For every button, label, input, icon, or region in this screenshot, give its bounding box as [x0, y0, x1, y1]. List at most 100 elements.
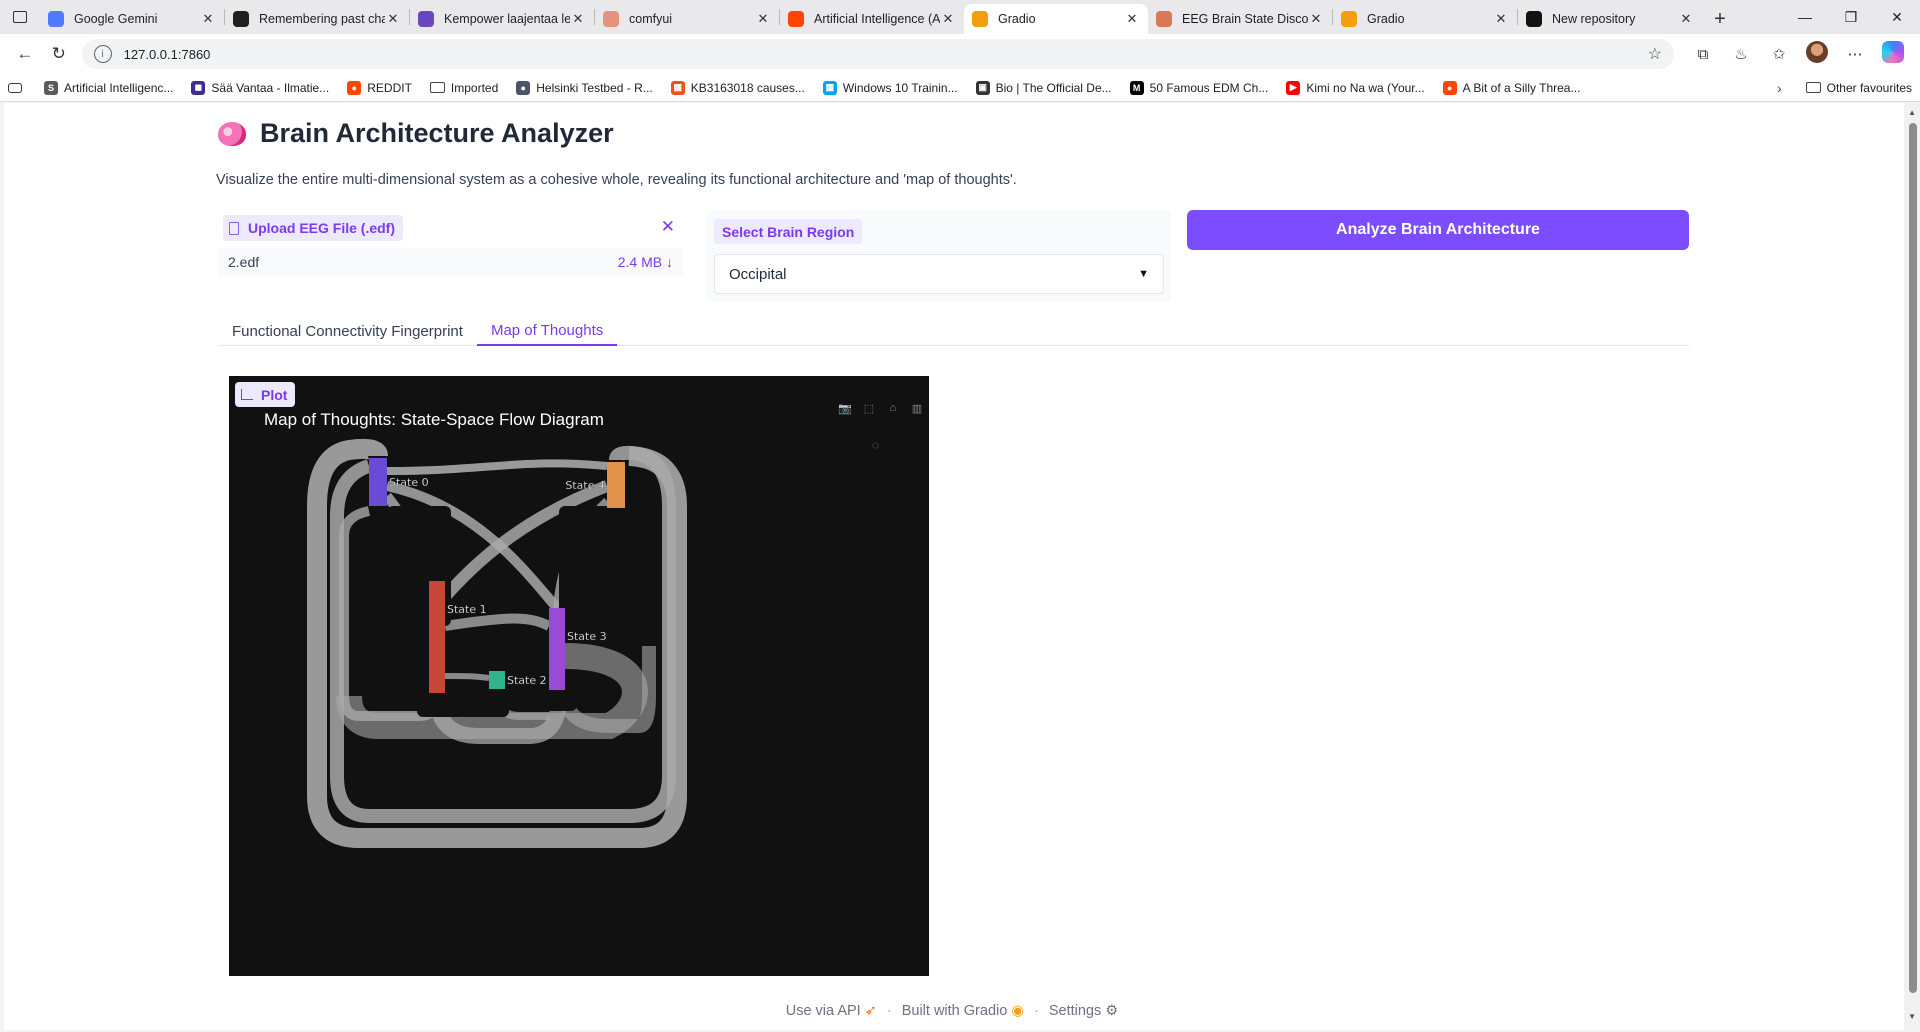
tab-label: Google Gemini	[74, 12, 158, 26]
sankey-node[interactable]	[369, 458, 387, 506]
browser-tab[interactable]: comfyui ✕	[595, 4, 779, 34]
chart-icon	[241, 389, 253, 400]
close-tab-icon[interactable]: ✕	[1493, 11, 1509, 27]
scroll-down-arrow-icon[interactable]: ▼	[1908, 1012, 1916, 1021]
bookmark-item[interactable]: M 50 Famous EDM Ch...	[1129, 80, 1268, 95]
sankey-node[interactable]	[607, 462, 625, 508]
plotly-logo-icon[interactable]: ▥	[909, 400, 925, 416]
profile-avatar[interactable]	[1798, 41, 1836, 67]
eeg-file-upload[interactable]: Upload EEG File (.edf) ✕ 2.edf 2.4 MB ↓	[218, 210, 683, 280]
bookmark-item[interactable]: ◼ Sää Vantaa - Ilmatie...	[191, 80, 329, 95]
bookmark-label: KB3163018 causes...	[690, 80, 805, 95]
more-menu-icon[interactable]: ⋯	[1836, 45, 1874, 63]
browser-tab[interactable]: New repository ✕	[1518, 4, 1702, 34]
sankey-link[interactable]	[386, 459, 608, 475]
page-footer: Use via API ➶ · Built with Gradio ◉ · Se…	[785, 1003, 1119, 1019]
tab-label: Remembering past cha	[259, 12, 385, 26]
tab-map-of-thoughts[interactable]: Map of Thoughts	[476, 316, 618, 346]
favorites-icon[interactable]: ✩	[1760, 45, 1798, 63]
bookmark-item[interactable]: ▦ KB3163018 causes...	[670, 80, 805, 95]
bookmark-label: Imported	[450, 80, 499, 95]
browser-tab[interactable]: Gradio ✕	[1333, 4, 1517, 34]
flow-gap	[559, 506, 623, 616]
camera-icon[interactable]: 📷	[837, 400, 853, 416]
site-info-icon[interactable]: i	[93, 45, 112, 63]
bookmark-item[interactable]: S Artificial Intelligenc...	[44, 80, 173, 95]
sankey-link[interactable]	[444, 613, 552, 631]
other-favourites-folder[interactable]: Other favourites	[1805, 81, 1912, 95]
scrollbar-thumb[interactable]	[1909, 123, 1917, 993]
region-select[interactable]: Occipital ▼	[714, 254, 1164, 294]
bookmark-item[interactable]: ● A Bit of a Silly Threa...	[1442, 80, 1580, 95]
close-tab-icon[interactable]: ✕	[200, 11, 216, 27]
close-tab-icon[interactable]: ✕	[755, 11, 771, 27]
clear-upload-icon[interactable]: ✕	[661, 217, 675, 237]
tab-label: Kempower laajentaa le	[444, 12, 570, 26]
brain-region-dropdown-block: Select Brain Region Occipital ▼	[706, 210, 1171, 302]
gradio-icon	[1341, 11, 1357, 27]
openai-icon	[233, 11, 249, 27]
file-download-link[interactable]: 2.4 MB ↓	[618, 254, 673, 270]
browser-tab[interactable]: Google Gemini ✕	[40, 4, 224, 34]
flow-gap	[529, 689, 577, 711]
analyze-button[interactable]: Analyze Brain Architecture	[1187, 210, 1689, 250]
browser-tab[interactable]: EEG Brain State Discove ✕	[1148, 4, 1332, 34]
upload-label: Upload EEG File (.edf)	[223, 215, 404, 241]
close-tab-icon[interactable]: ✕	[940, 11, 956, 27]
minimize-icon[interactable]: —	[1782, 9, 1828, 25]
built-with-gradio-link[interactable]: Built with Gradio ◉	[902, 1003, 1024, 1019]
close-tab-icon[interactable]: ✕	[1678, 11, 1694, 27]
bookmark-item[interactable]: ● Helsinki Testbed - R...	[516, 80, 653, 95]
tab-actions-button[interactable]	[0, 0, 40, 34]
comment-icon[interactable]: ◌	[872, 438, 879, 452]
back-button[interactable]: ←	[8, 38, 42, 70]
close-tab-icon[interactable]: ✕	[1124, 11, 1140, 27]
bookmark-item[interactable]: ▣ Bio | The Official De...	[975, 80, 1112, 95]
new-tab-button[interactable]: +	[1702, 4, 1738, 34]
bookmark-label: Bio | The Official De...	[995, 80, 1112, 95]
bookmark-item[interactable]: ▶ Kimi no Na wa (Your...	[1286, 80, 1425, 95]
sankey-link[interactable]	[444, 673, 490, 681]
tab-label: EEG Brain State Discove	[1182, 12, 1308, 26]
browser-tab[interactable]: Gradio ✕	[964, 4, 1148, 34]
browser-tab[interactable]: Kempower laajentaa le ✕	[410, 4, 594, 34]
browser-tab[interactable]: Artificial Intelligence (A ✕	[780, 4, 964, 34]
bookmark-item[interactable]: Imported	[429, 80, 499, 95]
reload-button[interactable]: ↻	[42, 38, 76, 70]
sankey-node-label: State 2	[507, 674, 547, 687]
bookmark-item[interactable]: ● REDDIT	[347, 80, 412, 95]
close-window-icon[interactable]: ✕	[1874, 9, 1920, 26]
bookmark-label: Kimi no Na wa (Your...	[1306, 80, 1425, 95]
restore-icon[interactable]: ❐	[1828, 9, 1874, 26]
home-icon[interactable]: ⌂	[885, 400, 901, 416]
url-field[interactable]: i 127.0.0.1:7860 ☆	[81, 39, 1674, 69]
sankey-node[interactable]	[429, 581, 445, 693]
browser-tab[interactable]: Remembering past cha ✕	[225, 4, 409, 34]
upload-label-text: Upload EEG File (.edf)	[248, 220, 396, 236]
scroll-up-arrow-icon[interactable]: ▲	[1908, 108, 1916, 117]
close-tab-icon[interactable]: ✕	[1308, 11, 1324, 27]
tab-label: Gradio	[998, 12, 1036, 26]
page-description: Visualize the entire multi-dimensional s…	[216, 172, 1017, 188]
bookmark-favicon-icon: ▶	[1286, 80, 1301, 95]
bookmarks-more-chevron-icon[interactable]: ›	[1777, 80, 1782, 96]
sankey-node[interactable]	[489, 671, 505, 689]
close-tab-icon[interactable]: ✕	[385, 11, 401, 27]
bookmark-item[interactable]: ▦ Windows 10 Trainin...	[822, 80, 958, 95]
sankey-node[interactable]	[549, 608, 565, 690]
extensions-icon[interactable]: ⧉	[1684, 46, 1722, 63]
flow-gap	[417, 689, 467, 717]
region-selected-value: Occipital	[729, 265, 787, 283]
favorite-star-icon[interactable]: ☆	[1648, 44, 1662, 64]
use-via-api-link[interactable]: Use via API ➶	[786, 1003, 877, 1019]
uploaded-file-row: 2.edf 2.4 MB ↓	[218, 248, 683, 276]
close-tab-icon[interactable]: ✕	[570, 11, 586, 27]
performance-icon[interactable]: ♨	[1722, 45, 1760, 63]
tab-functional-connectivity[interactable]: Functional Connectivity Fingerprint	[218, 316, 477, 346]
settings-link[interactable]: Settings ⚙	[1049, 1003, 1118, 1019]
copilot-icon[interactable]	[1874, 41, 1912, 67]
box-select-icon[interactable]: ⬚	[861, 400, 877, 416]
bookmark-favicon-icon: ●	[1442, 80, 1457, 95]
sankey-plot[interactable]: Plot Map of Thoughts: State-Space Flow D…	[229, 376, 929, 976]
reading-mode-icon[interactable]	[8, 82, 22, 93]
